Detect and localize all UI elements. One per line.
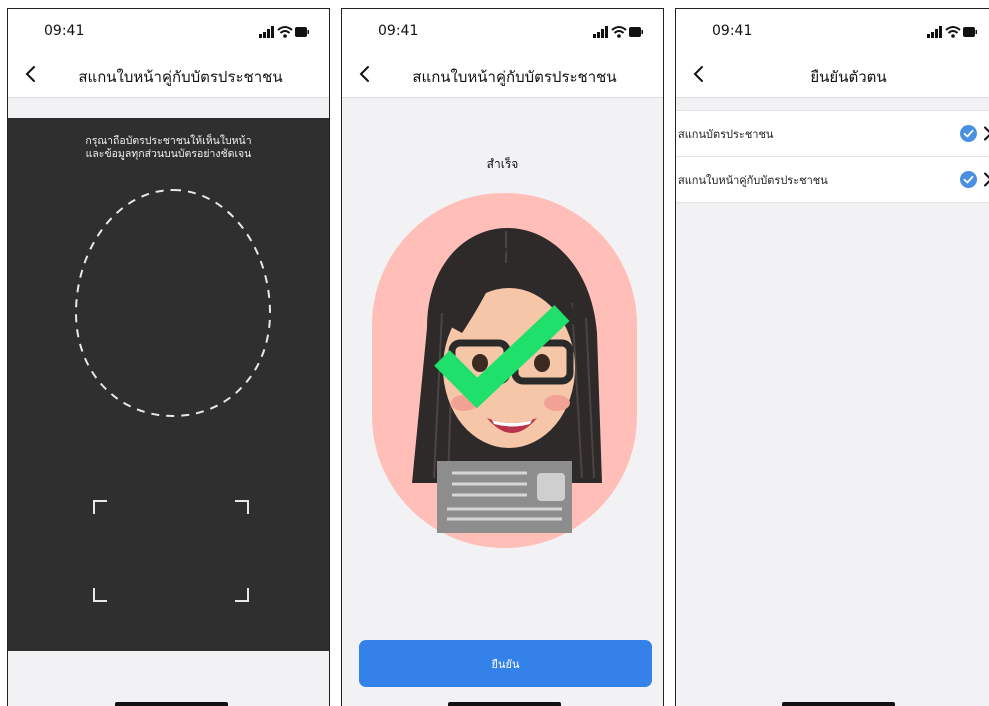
status-bar: 09:41 [676,9,989,55]
signal-icon [927,26,942,38]
wifi-icon [277,26,293,38]
status-time: 09:41 [378,23,419,39]
screen-face-scan-success: 09:41 สแกนใบหน้าคู่กับบัตรประชาชน สำเร็จ… [341,8,664,706]
checkmark-circle-icon [960,125,977,142]
nav-bar: ยืนยันตัวตน [676,55,989,97]
signal-icon [259,26,274,38]
card-frame-corner-tl [93,500,107,514]
top-band [8,98,329,118]
home-indicator [115,702,228,706]
status-icons [259,26,309,38]
battery-icon [629,27,643,37]
card-frame-corner-tr [235,500,249,514]
wifi-icon [611,26,627,38]
nav-bar: สแกนใบหน้าคู่กับบัตรประชาชน [8,55,329,97]
nav-title: สแกนใบหน้าคู่กับบัตรประชาชน [78,68,283,86]
checkmark-circle-icon [960,171,977,188]
confirm-button[interactable]: ยืนยัน [359,640,652,687]
status-icons [927,26,977,38]
instruction-line-1: กรุณาถือบัตรประชาชนให้เห็นใบหน้า [85,135,252,147]
screen-face-scan-camera: 09:41 สแกนใบหน้าคู่กับบัตรประชาชน กรุณาถ… [7,8,330,706]
card-frame-corner-br [235,588,249,602]
nav-title: ยืนยันตัวตน [810,68,887,86]
camera-preview: กรุณาถือบัตรประชาชนให้เห็นใบหน้า และข้อม… [8,118,329,651]
list-item-scan-id-card[interactable]: สแกนบัตรประชาชน [676,111,989,157]
card-frame-corner-bl [93,588,107,602]
back-chevron-icon[interactable] [18,61,44,87]
chevron-right-icon [984,172,989,187]
status-icons [593,26,643,38]
instruction-line-2: และข้อมูลทุกส่วนบนบัตรอย่างชัดเจน [85,148,252,160]
battery-icon [963,27,977,37]
success-text: สำเร็จ [486,157,519,171]
home-indicator [448,702,561,706]
nav-title: สแกนใบหน้าคู่กับบัตรประชาชน [412,68,617,86]
status-bar: 09:41 [8,9,329,55]
wifi-icon [945,26,961,38]
bottom-area [8,651,329,706]
status-time: 09:41 [44,23,85,39]
screen-verify-identity: 09:41 ยืนยันตัวตน สแกนบัตรประชาชน สแกนใบ… [675,8,989,706]
nav-bar: สแกนใบหน้าคู่กับบัตรประชาชน [342,55,663,97]
instruction-text: กรุณาถือบัตรประชาชนให้เห็นใบหน้า และข้อม… [8,135,329,161]
list-item-label: สแกนบัตรประชาชน [678,127,774,141]
status-time: 09:41 [712,23,753,39]
status-bar: 09:41 [342,9,663,55]
verification-steps-list: สแกนบัตรประชาชน สแกนใบหน้าคู่กับบัตรประช… [676,110,989,203]
chevron-right-icon [984,126,989,141]
signal-icon [593,26,608,38]
list-item-label: สแกนใบหน้าคู่กับบัตรประชาชน [678,173,828,187]
list-item-scan-face-with-id[interactable]: สแกนใบหน้าคู่กับบัตรประชาชน [676,157,989,203]
face-guide-oval [74,188,272,418]
battery-icon [295,27,309,37]
home-indicator [782,702,895,706]
avatar-illustration [372,193,637,548]
back-chevron-icon[interactable] [352,61,378,87]
id-card-photo [537,473,565,501]
back-chevron-icon[interactable] [686,61,712,87]
